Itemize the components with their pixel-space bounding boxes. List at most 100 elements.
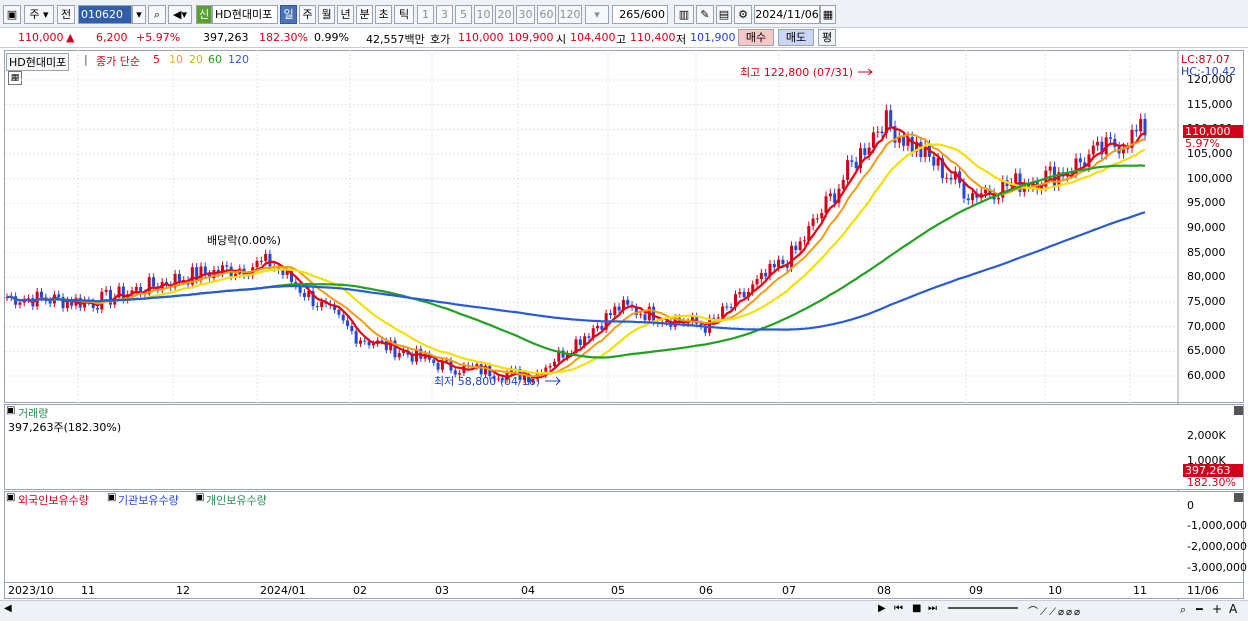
volume-panel[interactable] bbox=[4, 404, 1244, 490]
x-axis-label: 12 bbox=[176, 584, 190, 597]
candle-body bbox=[811, 218, 815, 226]
first-icon[interactable]: ⏮ bbox=[894, 603, 903, 614]
candle-body bbox=[1109, 137, 1113, 139]
candle-body bbox=[755, 279, 759, 285]
zoom-in-icon[interactable]: + bbox=[1212, 602, 1222, 616]
candle-body bbox=[828, 193, 832, 197]
candle-body bbox=[1078, 158, 1082, 163]
candle-body bbox=[1096, 141, 1100, 146]
candle-body bbox=[742, 292, 746, 298]
last-icon[interactable]: ⏭ bbox=[928, 603, 937, 614]
candle-body bbox=[846, 160, 850, 180]
candle-body bbox=[772, 263, 776, 268]
candle-body bbox=[48, 300, 52, 304]
candle-body bbox=[962, 183, 966, 199]
price-ytick: 90,000 bbox=[1187, 221, 1226, 234]
volume-value: 397,263주(182.30%) bbox=[8, 421, 122, 434]
price-ytick: 100,000 bbox=[1187, 171, 1233, 185]
min-annotation: 최저 58,800 (04/16) bbox=[434, 375, 540, 388]
x-axis: 2023/10 11 12 2024/01 02 03 04 05 06 07 08 09 10 11 bbox=[4, 583, 1244, 599]
candle-body bbox=[889, 110, 893, 127]
candle-body bbox=[639, 314, 643, 316]
candle-body bbox=[453, 370, 457, 375]
x-axis-label: 11 bbox=[1133, 584, 1147, 597]
holdings-ytick-2m: -2,000,000 bbox=[1187, 540, 1247, 553]
candles bbox=[5, 104, 1147, 386]
candle-body bbox=[1014, 173, 1018, 183]
institution-legend-marker: ▣ bbox=[107, 492, 117, 503]
volume-panel-marker: ▣ bbox=[6, 405, 16, 416]
candle-body bbox=[96, 307, 100, 310]
candle-body bbox=[346, 320, 350, 326]
price-ytick: 115,000 bbox=[1187, 97, 1233, 111]
candle-body bbox=[268, 253, 272, 267]
candle-body bbox=[57, 294, 61, 298]
candle-body bbox=[794, 245, 798, 250]
x-axis-right-label: 11/06 bbox=[1187, 584, 1219, 597]
ma60-line bbox=[6, 164, 1146, 359]
candle-body bbox=[548, 366, 552, 368]
candle-body bbox=[854, 161, 858, 169]
candle-body bbox=[626, 299, 630, 305]
magnify-icon[interactable]: ⌕ bbox=[1180, 603, 1186, 617]
holdings-close-icon[interactable] bbox=[1234, 493, 1243, 502]
candle-body bbox=[781, 259, 785, 264]
x-axis-label: 04 bbox=[521, 584, 535, 597]
candle-body bbox=[578, 339, 582, 345]
candle-body bbox=[432, 359, 436, 363]
candle-body bbox=[608, 313, 612, 316]
candle-body bbox=[134, 286, 138, 291]
candle-body bbox=[936, 158, 940, 166]
candle-body bbox=[281, 270, 285, 275]
volume-ytick-2000k: 2,000K bbox=[1187, 429, 1226, 442]
x-axis-label: 07 bbox=[782, 584, 796, 597]
candle-body bbox=[18, 302, 22, 305]
candle-body bbox=[341, 314, 345, 321]
candle-body bbox=[815, 218, 819, 220]
candle-body bbox=[358, 340, 362, 344]
x-axis-label: 2024/01 bbox=[260, 584, 306, 597]
candle-body bbox=[876, 131, 880, 133]
x-axis-label: 2023/10 bbox=[8, 584, 54, 597]
candle-body bbox=[337, 309, 341, 315]
scroll-left-icon[interactable]: ◀ bbox=[4, 603, 12, 614]
text-tool-icon[interactable]: A bbox=[1229, 602, 1237, 616]
candle-body bbox=[320, 301, 324, 308]
holdings-ytick-0: 0 bbox=[1187, 499, 1194, 512]
candle-body bbox=[552, 361, 556, 367]
candle-body bbox=[949, 177, 953, 180]
candle-body bbox=[1134, 129, 1138, 132]
volume-pct-tag: 182.30% bbox=[1187, 476, 1236, 489]
holdings-panel[interactable] bbox=[4, 491, 1244, 583]
stop-icon[interactable]: ■ bbox=[912, 603, 921, 614]
candle-body bbox=[315, 306, 319, 308]
x-axis-label: 02 bbox=[353, 584, 367, 597]
candle-body bbox=[759, 272, 763, 280]
zoom-out-icon[interactable]: ━ bbox=[1196, 603, 1203, 616]
retail-legend-marker: ▣ bbox=[195, 492, 205, 503]
current-pct-tag: 5.97% bbox=[1185, 137, 1220, 150]
candle-body bbox=[902, 136, 906, 146]
candle-body bbox=[104, 289, 108, 292]
zoom-slider[interactable] bbox=[948, 607, 1018, 609]
candle-body bbox=[790, 245, 794, 268]
candle-body bbox=[617, 306, 621, 311]
volume-close-icon[interactable] bbox=[1234, 406, 1243, 415]
candle-body bbox=[255, 260, 259, 268]
candle-body bbox=[824, 196, 828, 214]
candle-body bbox=[841, 179, 845, 189]
candle-body bbox=[363, 340, 367, 342]
holdings-ytick-1m: -1,000,000 bbox=[1187, 519, 1247, 532]
x-axis-label: 05 bbox=[611, 584, 625, 597]
candle-body bbox=[880, 131, 884, 134]
candle-body bbox=[729, 306, 733, 308]
draw-tools-icons[interactable]: ⌒⟋⟋⌀⌀⌀ bbox=[1028, 603, 1082, 618]
candle-body bbox=[910, 136, 914, 152]
candle-body bbox=[354, 331, 358, 344]
scroll-right-icon[interactable]: ▶ bbox=[878, 603, 886, 614]
candle-body bbox=[738, 292, 742, 295]
price-ytick: 80,000 bbox=[1187, 270, 1226, 284]
price-ytick: 65,000 bbox=[1187, 344, 1226, 358]
candle-body bbox=[350, 325, 354, 332]
candle-body bbox=[820, 213, 824, 219]
